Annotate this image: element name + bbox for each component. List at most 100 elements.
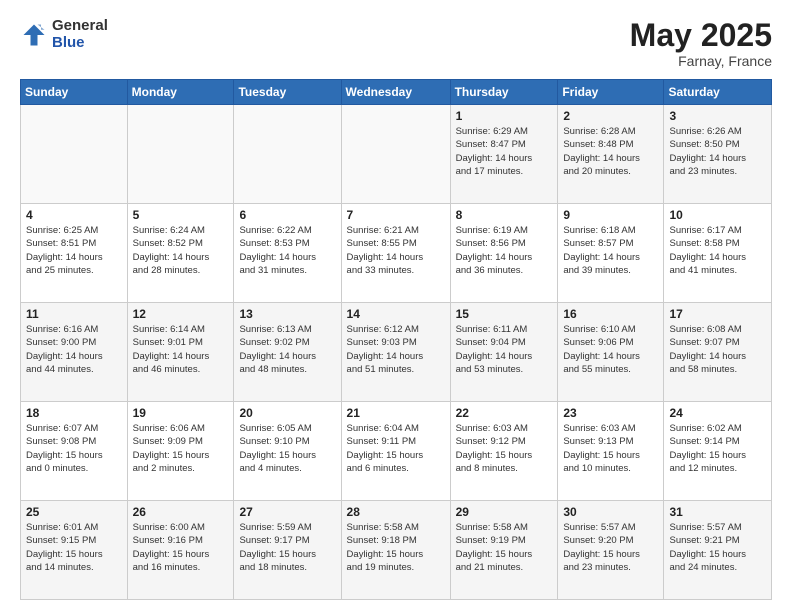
day-info: Sunrise: 6:04 AM Sunset: 9:11 PM Dayligh…: [347, 422, 445, 475]
day-info: Sunrise: 6:06 AM Sunset: 9:09 PM Dayligh…: [133, 422, 229, 475]
week-row-1: 1 Sunrise: 6:29 AM Sunset: 8:47 PM Daylig…: [21, 105, 772, 204]
day-info: Sunrise: 6:12 AM Sunset: 9:03 PM Dayligh…: [347, 323, 445, 376]
table-cell: 11Sunrise: 6:16 AM Sunset: 9:00 PM Dayli…: [21, 303, 128, 402]
day-info: Sunrise: 6:02 AM Sunset: 9:14 PM Dayligh…: [669, 422, 766, 475]
table-cell: 7 Sunrise: 6:21 AM Sunset: 8:55 PM Daylig…: [341, 204, 450, 303]
day-number: 11: [26, 307, 122, 321]
day-info: Sunrise: 6:08 AM Sunset: 9:07 PM Dayligh…: [669, 323, 766, 376]
day-info: Sunrise: 6:03 AM Sunset: 9:12 PM Dayligh…: [456, 422, 553, 475]
logo-icon: [20, 21, 48, 49]
day-number: 18: [26, 406, 122, 420]
day-info: Sunrise: 6:13 AM Sunset: 9:02 PM Dayligh…: [239, 323, 335, 376]
table-cell: 29 Sunrise: 5:58 AM Sunset: 9:19 PM Dayli…: [450, 501, 558, 600]
table-cell: 23 Sunrise: 6:03 AM Sunset: 9:13 PM Dayli…: [558, 402, 664, 501]
day-number: 22: [456, 406, 553, 420]
table-cell: 16Sunrise: 6:10 AM Sunset: 9:06 PM Dayli…: [558, 303, 664, 402]
day-number: 10: [669, 208, 766, 222]
page: General Blue May 2025 Farnay, France Sun…: [0, 0, 792, 612]
week-row-5: 25 Sunrise: 6:01 AM Sunset: 9:15 PM Dayli…: [21, 501, 772, 600]
col-sunday: Sunday: [21, 80, 128, 105]
day-number: 23: [563, 406, 658, 420]
day-info: Sunrise: 6:24 AM Sunset: 8:52 PM Dayligh…: [133, 224, 229, 277]
table-cell: 4 Sunrise: 6:25 AM Sunset: 8:51 PM Daylig…: [21, 204, 128, 303]
table-cell: 10 Sunrise: 6:17 AM Sunset: 8:58 PM Dayli…: [664, 204, 772, 303]
table-cell: 15 Sunrise: 6:11 AM Sunset: 9:04 PM Dayli…: [450, 303, 558, 402]
table-cell: 13Sunrise: 6:13 AM Sunset: 9:02 PM Dayli…: [234, 303, 341, 402]
day-info: Sunrise: 6:14 AM Sunset: 9:01 PM Dayligh…: [133, 323, 229, 376]
day-info: Sunrise: 6:17 AM Sunset: 8:58 PM Dayligh…: [669, 224, 766, 277]
day-number: 15: [456, 307, 553, 321]
day-number: 25: [26, 505, 122, 519]
table-cell: 12 Sunrise: 6:14 AM Sunset: 9:01 PM Dayli…: [127, 303, 234, 402]
day-info: Sunrise: 6:01 AM Sunset: 9:15 PM Dayligh…: [26, 521, 122, 574]
day-info: Sunrise: 6:19 AM Sunset: 8:56 PM Dayligh…: [456, 224, 553, 277]
table-cell: 1 Sunrise: 6:29 AM Sunset: 8:47 PM Daylig…: [450, 105, 558, 204]
logo-blue: Blue: [52, 35, 108, 52]
day-number: 12: [133, 307, 229, 321]
day-info: Sunrise: 6:03 AM Sunset: 9:13 PM Dayligh…: [563, 422, 658, 475]
day-number: 3: [669, 109, 766, 123]
day-info: Sunrise: 5:58 AM Sunset: 9:18 PM Dayligh…: [347, 521, 445, 574]
day-info: Sunrise: 6:29 AM Sunset: 8:47 PM Dayligh…: [456, 125, 553, 178]
day-number: 17: [669, 307, 766, 321]
col-thursday: Thursday: [450, 80, 558, 105]
day-info: Sunrise: 6:00 AM Sunset: 9:16 PM Dayligh…: [133, 521, 229, 574]
logo: General Blue: [20, 18, 108, 51]
col-tuesday: Tuesday: [234, 80, 341, 105]
day-info: Sunrise: 6:26 AM Sunset: 8:50 PM Dayligh…: [669, 125, 766, 178]
day-number: 27: [239, 505, 335, 519]
table-cell: 30 Sunrise: 5:57 AM Sunset: 9:20 PM Dayli…: [558, 501, 664, 600]
table-cell: 14 Sunrise: 6:12 AM Sunset: 9:03 PM Dayli…: [341, 303, 450, 402]
header-row: Sunday Monday Tuesday Wednesday Thursday…: [21, 80, 772, 105]
title-block: May 2025 Farnay, France: [630, 18, 772, 69]
day-info: Sunrise: 6:21 AM Sunset: 8:55 PM Dayligh…: [347, 224, 445, 277]
day-number: 7: [347, 208, 445, 222]
day-number: 20: [239, 406, 335, 420]
table-cell: 2 Sunrise: 6:28 AM Sunset: 8:48 PM Daylig…: [558, 105, 664, 204]
table-cell: 27 Sunrise: 5:59 AM Sunset: 9:17 PM Dayli…: [234, 501, 341, 600]
table-cell: 9 Sunrise: 6:18 AM Sunset: 8:57 PM Daylig…: [558, 204, 664, 303]
table-cell: 21Sunrise: 6:04 AM Sunset: 9:11 PM Dayli…: [341, 402, 450, 501]
table-cell: 26Sunrise: 6:00 AM Sunset: 9:16 PM Dayli…: [127, 501, 234, 600]
day-info: Sunrise: 5:57 AM Sunset: 9:20 PM Dayligh…: [563, 521, 658, 574]
subtitle: Farnay, France: [630, 53, 772, 69]
day-number: 14: [347, 307, 445, 321]
table-cell: 31Sunrise: 5:57 AM Sunset: 9:21 PM Dayli…: [664, 501, 772, 600]
day-info: Sunrise: 6:28 AM Sunset: 8:48 PM Dayligh…: [563, 125, 658, 178]
week-row-4: 18Sunrise: 6:07 AM Sunset: 9:08 PM Dayli…: [21, 402, 772, 501]
col-friday: Friday: [558, 80, 664, 105]
table-cell: 19 Sunrise: 6:06 AM Sunset: 9:09 PM Dayli…: [127, 402, 234, 501]
col-saturday: Saturday: [664, 80, 772, 105]
table-cell: 6Sunrise: 6:22 AM Sunset: 8:53 PM Daylig…: [234, 204, 341, 303]
day-number: 19: [133, 406, 229, 420]
table-cell: 24Sunrise: 6:02 AM Sunset: 9:14 PM Dayli…: [664, 402, 772, 501]
day-number: 4: [26, 208, 122, 222]
table-cell: 28Sunrise: 5:58 AM Sunset: 9:18 PM Dayli…: [341, 501, 450, 600]
day-info: Sunrise: 6:11 AM Sunset: 9:04 PM Dayligh…: [456, 323, 553, 376]
logo-general: General: [52, 18, 108, 35]
day-info: Sunrise: 6:25 AM Sunset: 8:51 PM Dayligh…: [26, 224, 122, 277]
week-row-3: 11Sunrise: 6:16 AM Sunset: 9:00 PM Dayli…: [21, 303, 772, 402]
col-wednesday: Wednesday: [341, 80, 450, 105]
col-monday: Monday: [127, 80, 234, 105]
logo-text: General Blue: [52, 18, 108, 51]
table-cell: [127, 105, 234, 204]
day-number: 30: [563, 505, 658, 519]
header: General Blue May 2025 Farnay, France: [20, 18, 772, 69]
day-info: Sunrise: 6:18 AM Sunset: 8:57 PM Dayligh…: [563, 224, 658, 277]
month-title: May 2025: [630, 18, 772, 53]
table-cell: 5 Sunrise: 6:24 AM Sunset: 8:52 PM Daylig…: [127, 204, 234, 303]
day-number: 2: [563, 109, 658, 123]
day-number: 8: [456, 208, 553, 222]
day-number: 1: [456, 109, 553, 123]
table-cell: [341, 105, 450, 204]
week-row-2: 4 Sunrise: 6:25 AM Sunset: 8:51 PM Daylig…: [21, 204, 772, 303]
day-info: Sunrise: 5:59 AM Sunset: 9:17 PM Dayligh…: [239, 521, 335, 574]
day-number: 9: [563, 208, 658, 222]
table-cell: 20Sunrise: 6:05 AM Sunset: 9:10 PM Dayli…: [234, 402, 341, 501]
table-cell: 8 Sunrise: 6:19 AM Sunset: 8:56 PM Daylig…: [450, 204, 558, 303]
day-info: Sunrise: 5:58 AM Sunset: 9:19 PM Dayligh…: [456, 521, 553, 574]
day-number: 29: [456, 505, 553, 519]
day-number: 5: [133, 208, 229, 222]
day-info: Sunrise: 6:10 AM Sunset: 9:06 PM Dayligh…: [563, 323, 658, 376]
